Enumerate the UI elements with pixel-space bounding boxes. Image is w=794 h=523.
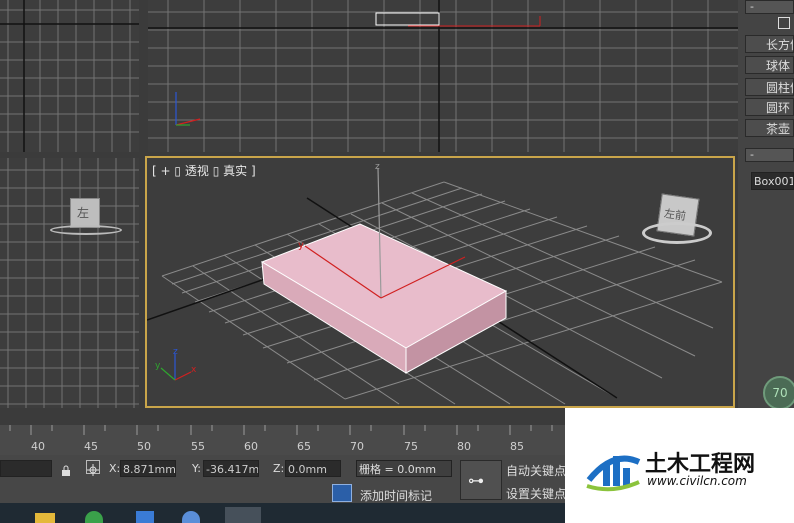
- z-coord-field[interactable]: 0.0mm: [285, 460, 341, 477]
- rollout-toggle: -: [750, 0, 754, 13]
- object-name-field[interactable]: Box001: [751, 172, 794, 190]
- viewport-top-left[interactable]: [0, 0, 139, 152]
- y-coord-field[interactable]: -36.417mm: [203, 460, 259, 477]
- set-key-button[interactable]: ⊶: [460, 460, 502, 500]
- grid-size-value: 栅格 = 0.0mm: [359, 463, 437, 476]
- gizmo-y-label: y: [298, 240, 304, 251]
- rollout-toggle: -: [750, 148, 754, 161]
- x-coord-field[interactable]: 8.871mm: [120, 460, 176, 477]
- timeline-tick-label: 50: [137, 440, 151, 453]
- viewport-menu-plus[interactable]: +: [161, 164, 171, 178]
- timeline-tick-label: 60: [244, 440, 258, 453]
- primitive-sphere-button[interactable]: 球体: [745, 56, 794, 74]
- label-sep: ▯: [212, 164, 220, 178]
- set-key-label[interactable]: 设置关键点: [506, 485, 566, 502]
- primitive-box-button[interactable]: 长方体: [745, 35, 794, 53]
- timeline-tick-label: 65: [297, 440, 311, 453]
- y-coord-label: Y:: [192, 462, 201, 475]
- viewport-shading-label[interactable]: 真实: [223, 164, 247, 178]
- grid-size-display: 栅格 = 0.0mm: [356, 460, 452, 477]
- transform-mode-icon[interactable]: [86, 460, 100, 476]
- z-coord-value: 0.0mm: [288, 463, 327, 476]
- key-icon: ⊶: [468, 471, 484, 490]
- timeline-tick-label: 70: [350, 440, 364, 453]
- rollout-header[interactable]: -: [745, 148, 794, 162]
- object-name-value: Box001: [754, 175, 794, 188]
- viewcube-ring: [50, 225, 122, 235]
- nav-badge[interactable]: 70: [763, 376, 794, 410]
- viewcube-left[interactable]: 左: [70, 198, 100, 228]
- browser-icon[interactable]: [85, 511, 103, 523]
- timeline-tick-label: 40: [31, 440, 45, 453]
- viewcube-ring: [642, 222, 712, 244]
- y-coord-value: -36.417mm: [206, 463, 259, 476]
- 3dsmax-icon[interactable]: [225, 507, 261, 523]
- viewcube-face-label: 左: [77, 206, 90, 220]
- auto-key-button[interactable]: 自动关键点: [506, 462, 566, 479]
- taskbar: [0, 503, 565, 523]
- x-coord-label: X:: [109, 462, 121, 475]
- label-bracket-close: ]: [250, 164, 256, 178]
- primitive-teapot-button[interactable]: 茶壶: [745, 119, 794, 137]
- grid-lines: [0, 158, 139, 408]
- label-sep: ▯: [174, 164, 182, 178]
- nav-badge-value: 70: [772, 386, 788, 400]
- viewport-view-label[interactable]: 透视: [185, 164, 209, 178]
- folder-icon[interactable]: [35, 513, 55, 523]
- media-icon[interactable]: [182, 511, 200, 523]
- gizmo-z-label: z: [375, 162, 380, 172]
- timeline-tick-label: 85: [510, 440, 524, 453]
- tripod-z-label: z: [173, 347, 178, 357]
- x-coord-value: 8.871mm: [123, 463, 176, 476]
- timeline-tick-label: 45: [84, 440, 98, 453]
- logo-emblem-icon: [586, 455, 641, 492]
- z-coord-label: Z:: [273, 462, 285, 475]
- viewport-left[interactable]: 左: [0, 158, 139, 408]
- maxscript-listener-field[interactable]: [0, 460, 52, 477]
- add-time-tag-icon[interactable]: [332, 484, 352, 502]
- watermark-logo: 土木工程网 www.civilcn.com: [565, 408, 794, 523]
- label-bracket-open: [: [152, 164, 157, 178]
- tripod-x-label: x: [191, 365, 197, 375]
- primitive-torus-button[interactable]: 圆环: [745, 98, 794, 116]
- viewport-perspective[interactable]: y z z x y [ + ▯ 透视 ▯ 真实 ] 左前: [145, 156, 735, 408]
- add-time-tag-label[interactable]: 添加时间标记: [360, 487, 432, 504]
- grid-lines: [0, 0, 139, 152]
- grid-lines: [148, 0, 738, 152]
- timeline-tick-label: 75: [404, 440, 418, 453]
- primitive-cylinder-button[interactable]: 圆柱体: [745, 78, 794, 96]
- timeline-tick-label: 55: [191, 440, 205, 453]
- rollout-header[interactable]: -: [745, 0, 794, 14]
- viewport-label[interactable]: [ + ▯ 透视 ▯ 真实 ]: [152, 162, 256, 179]
- lock-icon[interactable]: [61, 462, 71, 476]
- tripod-y-label: y: [155, 361, 161, 371]
- perspective-scene: y z z x y: [147, 162, 723, 405]
- logo-url: www.civilcn.com: [647, 474, 747, 488]
- timeline-tick-label: 80: [457, 440, 471, 453]
- checkbox[interactable]: [778, 17, 790, 29]
- viewport-front[interactable]: [148, 0, 738, 152]
- app-icon[interactable]: [136, 511, 154, 523]
